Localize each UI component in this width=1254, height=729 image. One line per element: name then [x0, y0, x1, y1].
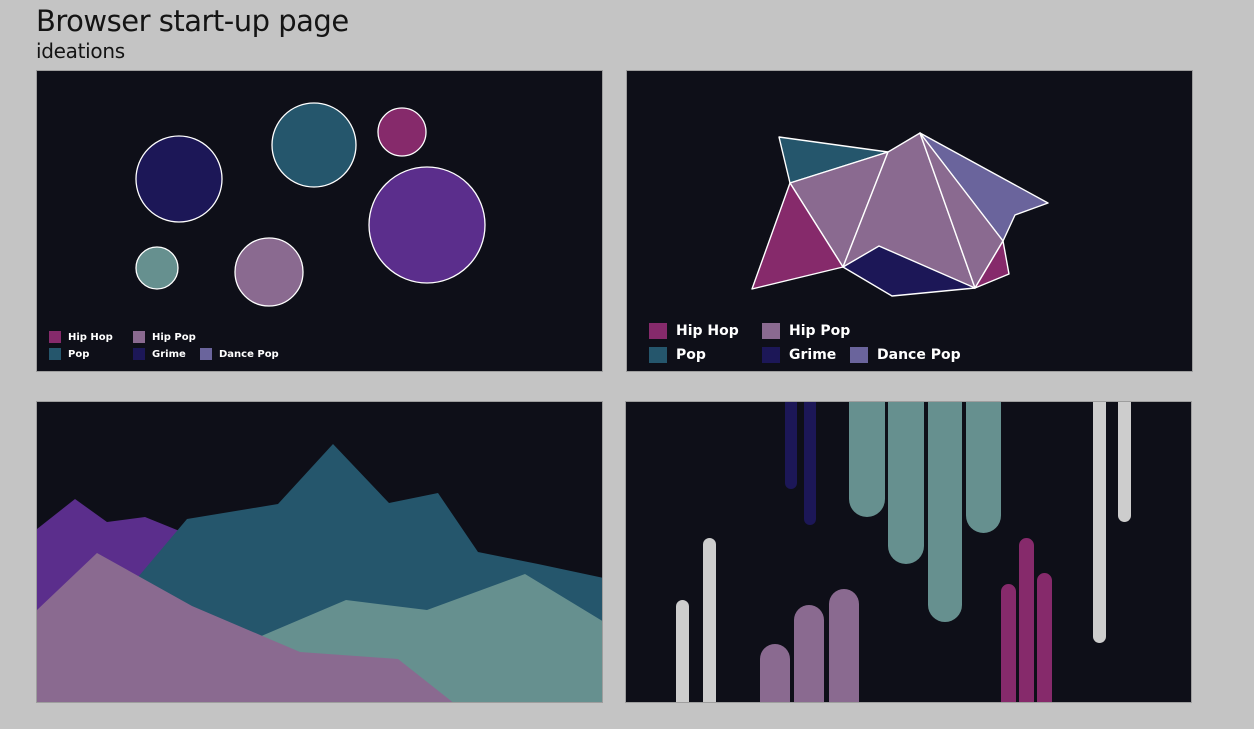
- bubble-grime: [135, 135, 223, 223]
- bubble-artwork: [135, 102, 486, 307]
- bar-teal-hanging: [966, 402, 1001, 533]
- bar-teal-hanging: [928, 402, 962, 622]
- polygon-artwork: [751, 132, 1049, 297]
- bar-grime-hanging: [785, 402, 797, 489]
- bar-grey-hanging: [1093, 402, 1106, 643]
- bar-teal-hanging: [888, 402, 924, 564]
- mountain-ideation-panel: [36, 401, 603, 703]
- bar-grey-hanging: [1118, 402, 1131, 522]
- bubble-teal: [135, 246, 179, 290]
- bubble-hip-hop: [377, 107, 427, 157]
- page-subtitle: ideations: [36, 39, 125, 63]
- bar-hip-pop-standing: [829, 589, 859, 702]
- bar-hip-hop-standing: [1037, 573, 1052, 702]
- bar-ideation-panel: [625, 401, 1192, 703]
- bubble-hip-pop: [234, 237, 304, 307]
- page-title: Browser start-up page: [36, 4, 349, 38]
- bar-hip-hop-standing: [1001, 584, 1016, 702]
- bar-hip-pop-standing: [760, 644, 790, 702]
- bar-grey-standing: [676, 600, 689, 702]
- bar-teal-hanging: [849, 402, 885, 517]
- bar-hip-hop-standing: [1019, 538, 1034, 702]
- bubble-purple: [368, 166, 486, 284]
- bubble-ideation-panel: Hip Hop Hip Pop Pop Grime Dance Pop: [36, 70, 603, 372]
- mountain-artwork: [37, 444, 602, 702]
- bar-grey-standing: [703, 538, 716, 702]
- bar-artwork: [676, 402, 1131, 702]
- bubble-pop: [271, 102, 357, 188]
- bar-hip-pop-standing: [794, 605, 824, 702]
- polygon-ideation-panel: Hip Hop Hip Pop Pop Grime Dance Pop: [626, 70, 1193, 372]
- bar-grime-hanging: [804, 402, 816, 525]
